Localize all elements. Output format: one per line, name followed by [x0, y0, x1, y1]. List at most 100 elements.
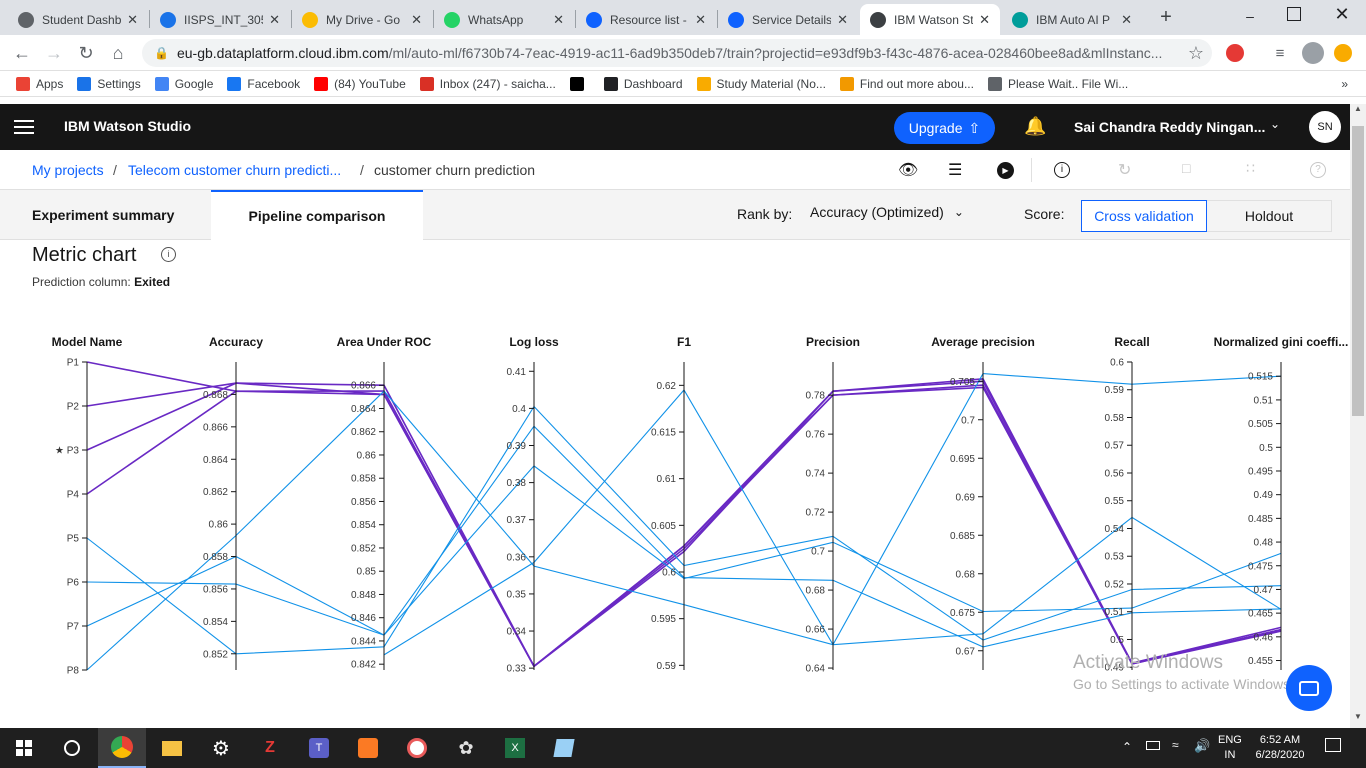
hamburger-menu-icon[interactable] — [14, 118, 34, 136]
bookmark-item[interactable]: Google — [154, 76, 213, 91]
search-circle-icon[interactable] — [58, 734, 86, 762]
browser-tab[interactable]: WhatsApp ✕ — [434, 4, 574, 35]
excel-icon[interactable]: X — [501, 734, 529, 762]
tab-close-icon[interactable]: ✕ — [553, 12, 564, 28]
battery-icon[interactable] — [1146, 741, 1160, 750]
tab-close-icon[interactable]: ✕ — [695, 12, 706, 28]
info-icon[interactable]: i — [1054, 162, 1070, 178]
account-name[interactable]: Sai Chandra Reddy Ningan... — [1074, 119, 1265, 135]
bookmark-star-icon[interactable]: ☆ — [1182, 39, 1210, 67]
chat-button[interactable] — [1286, 665, 1332, 711]
tick-label: 0.86 — [357, 450, 377, 461]
extension-icon[interactable] — [1226, 44, 1244, 62]
bookmark-item[interactable]: Study Material (No... — [696, 76, 826, 91]
avatar[interactable]: SN — [1309, 111, 1341, 143]
bookmark-item[interactable] — [569, 76, 590, 91]
app-icon[interactable]: Z — [256, 734, 284, 762]
scroll-down-arrow-icon[interactable]: ▼ — [1350, 712, 1366, 728]
tick-label: 0.5 — [1259, 443, 1273, 454]
settings-sliders-icon[interactable]: ☰ — [948, 160, 962, 180]
bookmark-item[interactable]: Find out more abou... — [839, 76, 974, 91]
teams-icon[interactable]: T — [305, 734, 333, 762]
back-icon[interactable]: ← — [8, 39, 36, 67]
chrome-icon[interactable] — [98, 728, 146, 768]
rank-by-dropdown[interactable]: Accuracy (Optimized) ⌄ — [810, 204, 964, 220]
scrollbar-thumb[interactable] — [1352, 126, 1364, 416]
input-language[interactable]: ENG IN — [1218, 733, 1242, 763]
product-name[interactable]: IBM Watson Studio — [64, 118, 191, 134]
volume-icon[interactable]: 🔊 — [1194, 738, 1210, 754]
show-hidden-icons[interactable]: ⌃ — [1122, 740, 1132, 754]
minimize-button[interactable]: – — [1240, 8, 1260, 24]
browser-tab[interactable]: My Drive - Go ✕ — [292, 4, 432, 35]
tick-label: 0.57 — [1105, 441, 1125, 452]
score-holdout-button[interactable]: Holdout — [1207, 200, 1332, 232]
tab-close-icon[interactable]: ✕ — [411, 12, 422, 28]
action-center-icon[interactable] — [1325, 738, 1341, 752]
comment-icon[interactable]: □ — [1182, 160, 1190, 176]
browser-tab[interactable]: IISPS_INT_305 ✕ — [150, 4, 290, 35]
tick-label: 0.36 — [507, 552, 527, 563]
history-icon[interactable]: ↻ — [1118, 160, 1131, 180]
chevron-down-icon[interactable]: ⌄ — [1270, 117, 1280, 131]
browser-tab[interactable]: IBM Auto AI P ✕ — [1002, 4, 1142, 35]
tab-close-icon[interactable]: ✕ — [127, 12, 138, 28]
media-icon[interactable]: ≡ — [1266, 39, 1294, 67]
forward-icon[interactable]: → — [40, 39, 68, 67]
info-icon[interactable]: i — [161, 247, 176, 262]
bookmark-item[interactable]: Facebook — [227, 76, 300, 91]
upgrade-button[interactable]: Upgrade ⇧ — [894, 112, 995, 144]
browser-tab[interactable]: Service Details ✕ — [718, 4, 858, 35]
paint-icon[interactable]: ✿ — [452, 734, 480, 762]
page-scrollbar[interactable]: ▲ ▼ — [1350, 104, 1366, 728]
bookmark-item[interactable]: Dashboard — [603, 76, 683, 91]
breadcrumb-my-projects[interactable]: My projects — [32, 162, 104, 178]
score-cross-validation-button[interactable]: Cross validation — [1081, 200, 1207, 232]
run-icon[interactable]: ▶ — [997, 162, 1014, 179]
settings-gear-icon[interactable]: ⚙ — [207, 734, 235, 762]
new-tab-button[interactable]: + — [1155, 6, 1177, 28]
tab-pipeline-comparison[interactable]: Pipeline comparison — [211, 190, 423, 240]
windows-start-icon[interactable] — [10, 734, 38, 762]
tab-close-icon[interactable]: ✕ — [837, 12, 848, 28]
notification-bell-icon[interactable]: 🔔 — [1024, 116, 1046, 137]
tick-label: 0.51 — [1105, 607, 1125, 618]
help-icon[interactable]: ? — [1310, 162, 1326, 178]
apps-grid-icon[interactable]: ∷ — [1246, 160, 1255, 177]
bookmark-item[interactable]: Settings — [77, 76, 141, 91]
url-bar[interactable]: 🔒 eu-gb.dataplatform.cloud.ibm.com/ml/au… — [142, 39, 1212, 67]
tab-close-icon[interactable]: ✕ — [1121, 12, 1132, 28]
tick-label: 0.866 — [351, 381, 376, 392]
bookmark-item[interactable]: Inbox (247) - saicha... — [419, 76, 556, 91]
browser-tab[interactable]: Resource list - ✕ — [576, 4, 716, 35]
tab-close-icon[interactable]: ✕ — [979, 12, 990, 28]
bookmark-label: Dashboard — [623, 76, 683, 91]
tick-label: 0.605 — [651, 521, 676, 532]
reload-icon[interactable]: ↻ — [72, 39, 100, 67]
file-explorer-icon[interactable] — [158, 734, 186, 762]
browser-tab[interactable]: IBM Watson St ✕ — [860, 4, 1000, 35]
update-icon[interactable] — [1334, 44, 1352, 62]
parallel-coordinates-chart[interactable]: Model Name P1 P2 ★ P3 P4 P5 P6 P7 P8 Accuracy 0.85… — [0, 320, 1350, 680]
tab-experiment-summary[interactable]: Experiment summary — [0, 190, 211, 240]
bookmark-item[interactable]: (84) YouTube — [314, 76, 406, 91]
opera-icon[interactable] — [403, 734, 431, 762]
browser-tab[interactable]: Student Dashb ✕ — [8, 4, 148, 35]
bookmark-item[interactable]: Please Wait.. File Wi... — [987, 76, 1128, 91]
more-bookmarks-icon[interactable]: » — [1341, 77, 1348, 91]
bookmark-item[interactable]: Apps — [16, 76, 63, 91]
tick-label: 0.85 — [357, 567, 377, 578]
home-icon[interactable]: ⌂ — [104, 39, 132, 67]
tab-favicon-icon — [728, 11, 744, 28]
notepad-icon[interactable] — [550, 734, 578, 762]
xampp-icon[interactable] — [354, 734, 382, 762]
close-window-button[interactable]: ✕ — [1332, 4, 1352, 24]
profile-icon[interactable] — [1302, 42, 1324, 64]
tab-close-icon[interactable]: ✕ — [269, 12, 280, 28]
wifi-icon[interactable]: ≈ — [1172, 738, 1179, 752]
scroll-up-arrow-icon[interactable]: ▲ — [1350, 104, 1366, 120]
maximize-button[interactable] — [1287, 7, 1301, 21]
clock[interactable]: 6:52 AM 6/28/2020 — [1252, 733, 1308, 763]
view-icon[interactable]: 👁 — [898, 160, 918, 180]
breadcrumb-project[interactable]: Telecom customer churn predicti... — [128, 162, 341, 178]
